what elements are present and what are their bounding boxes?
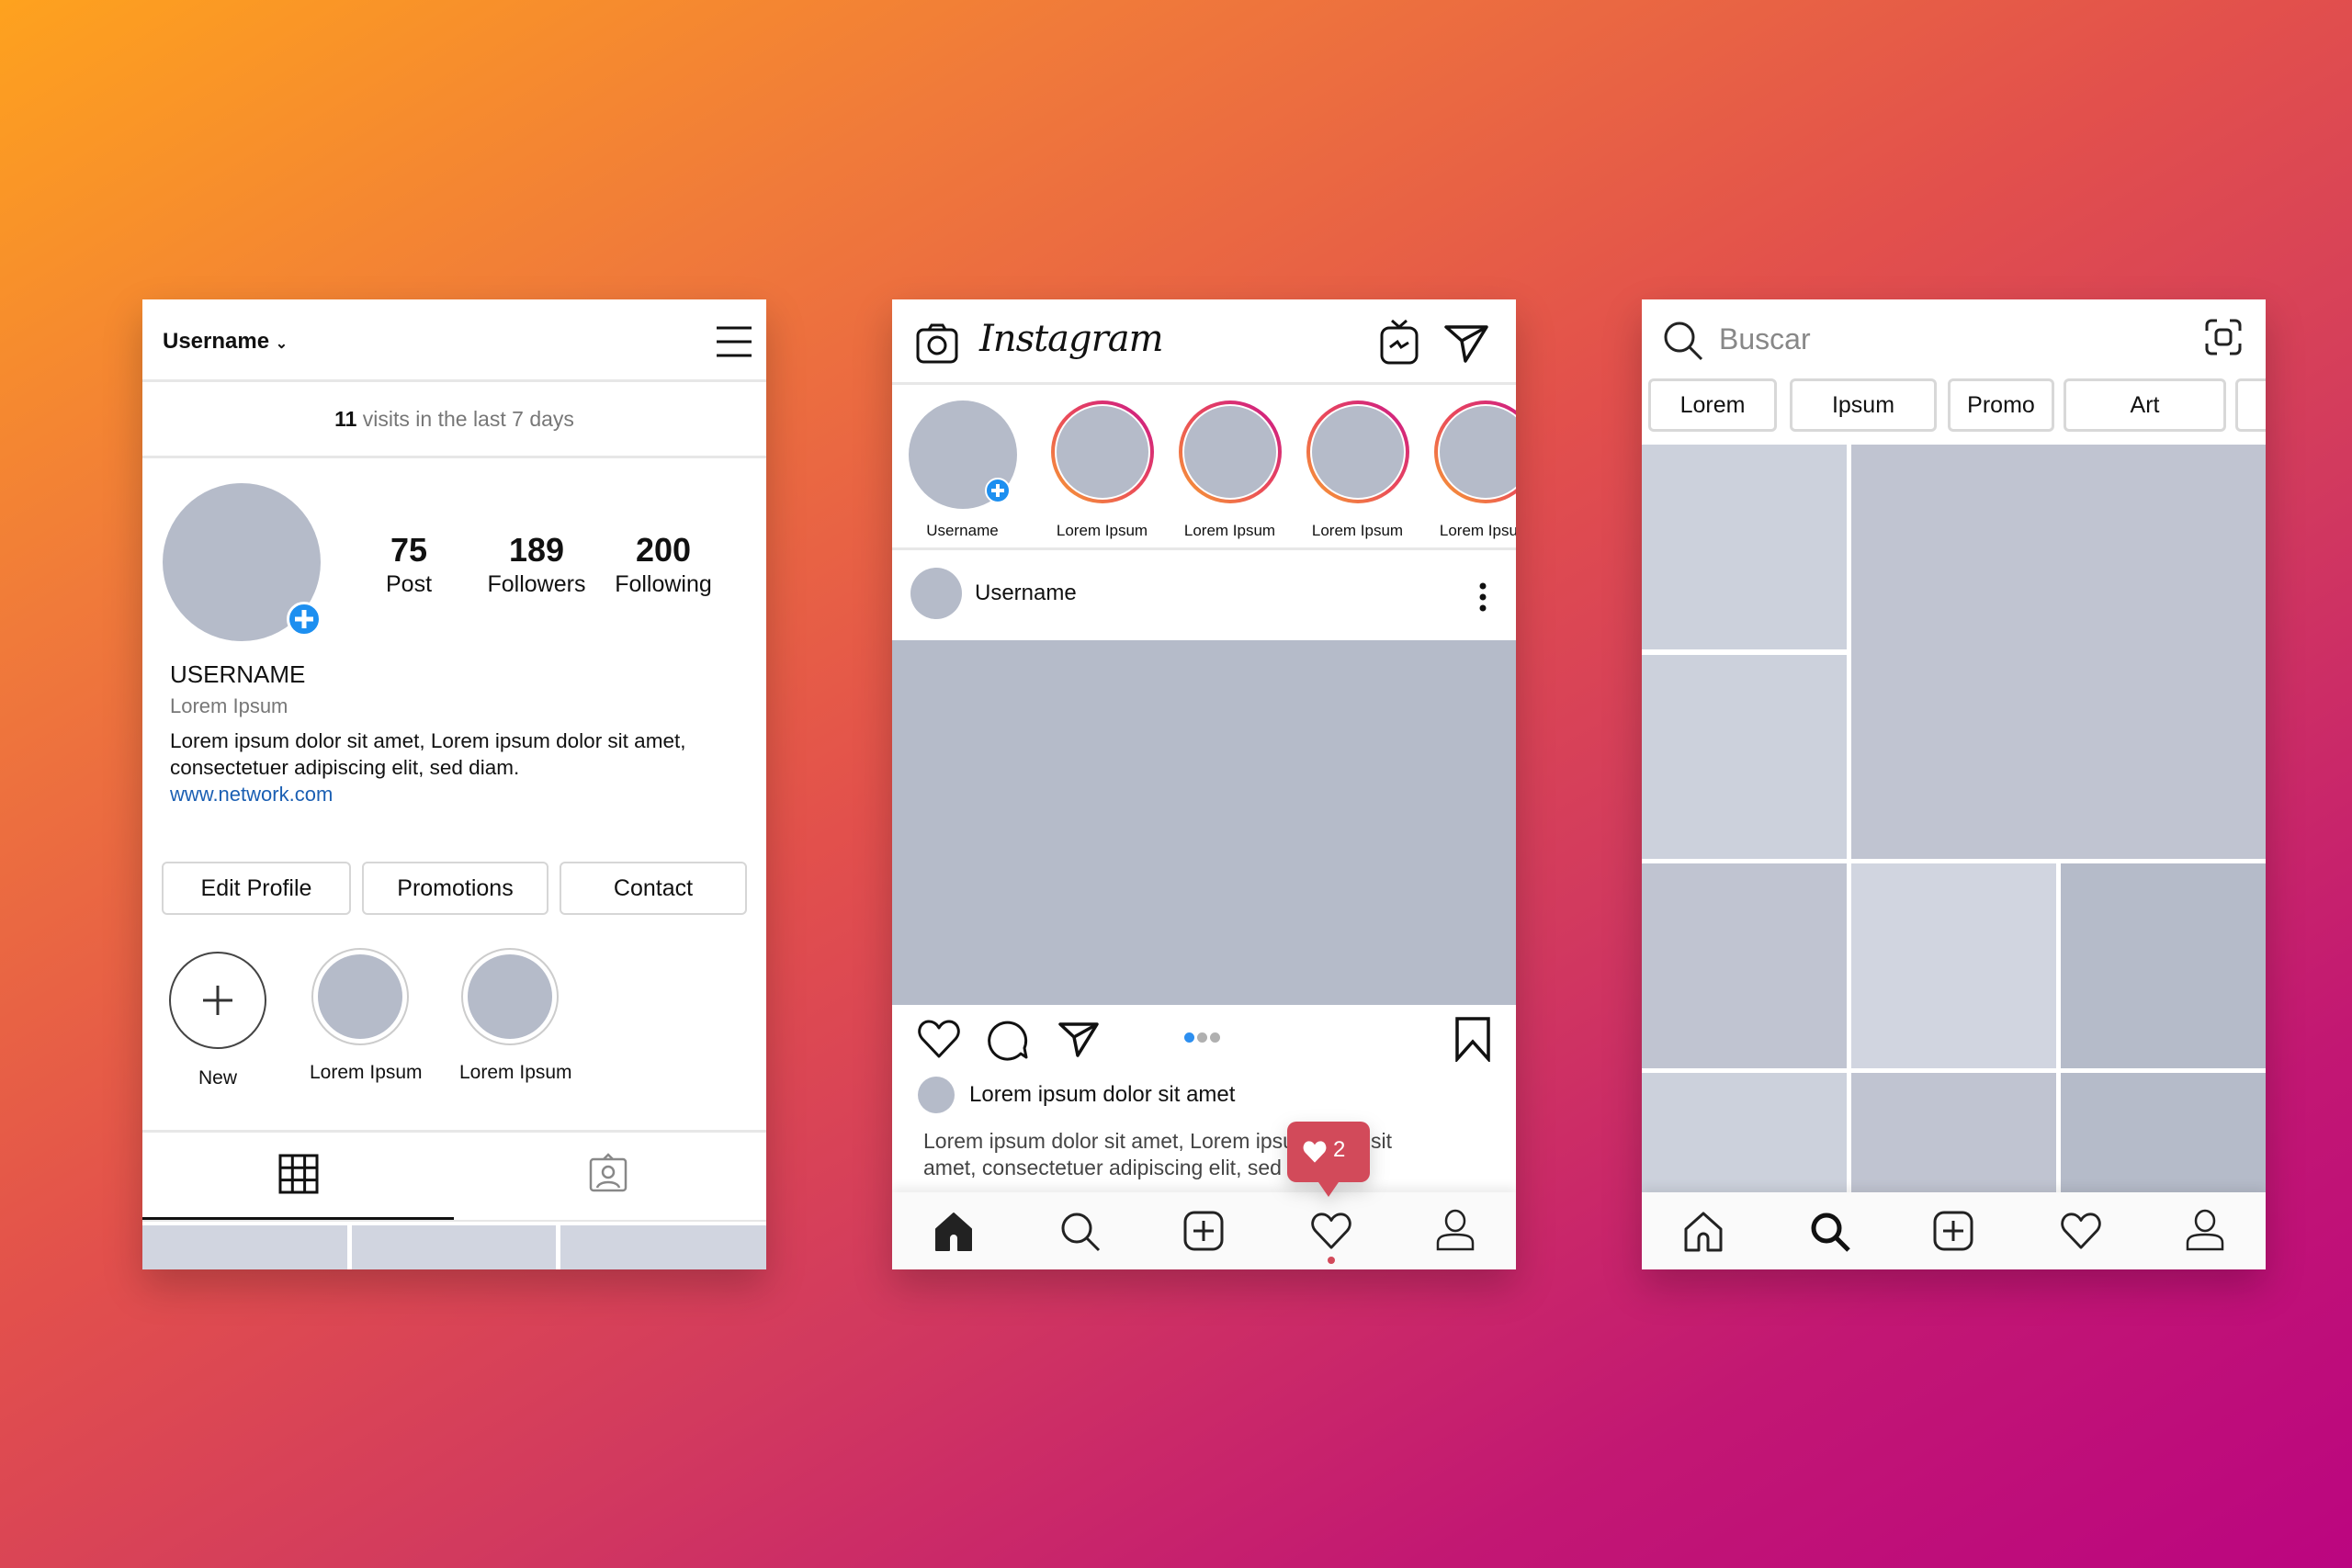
explore-tile[interactable] [2061,863,2266,1068]
home-icon[interactable] [933,1211,975,1253]
stat-followers[interactable]: 189 Followers [472,531,601,598]
search-icon-active[interactable] [1809,1211,1851,1253]
explore-tile[interactable] [1642,445,1847,649]
promotions-button[interactable]: Promotions [362,862,548,915]
carousel-indicator [1184,1031,1223,1047]
chevron-down-icon: ⌄ [275,336,288,352]
stat-posts[interactable]: 75 Post [345,531,473,598]
bottom-navigation [892,1192,1516,1269]
profile-bio: Lorem ipsum dolor sit amet, Lorem ipsum … [170,729,686,779]
highlight-new[interactable]: New [167,952,268,1089]
post-author-username[interactable]: Username [975,581,1077,606]
stat-following[interactable]: 200 Following [599,531,728,598]
explore-tile[interactable] [2061,1073,2266,1192]
carousel-dot-active [1184,1032,1194,1043]
post-thumbnail[interactable] [352,1225,556,1269]
notification-bubble-shape [1287,1122,1370,1197]
edit-profile-button[interactable]: Edit Profile [162,862,351,915]
search-input[interactable]: Buscar [1719,322,1811,356]
comment-icon[interactable] [988,1019,1028,1061]
search-icon [1662,320,1704,362]
instagram-logo: Instagram [979,318,1164,360]
grid-icon[interactable] [278,1154,319,1194]
filter-chip[interactable]: Ipsum [1790,378,1937,432]
display-name: USERNAME [170,660,306,688]
feed-screen: Instagram Username Lorem Ipsum Lorem Ips… [892,299,1516,1269]
more-options-icon[interactable] [1478,582,1487,612]
filter-chip[interactable] [2235,378,2266,432]
explore-tile[interactable] [1851,863,2056,1068]
hamburger-menu-icon[interactable] [715,325,753,358]
filter-chip[interactable]: Lorem [1648,378,1777,432]
caption-title: Lorem ipsum dolor sit amet [969,1082,1236,1107]
direct-message-icon[interactable] [1443,321,1489,364]
divider [142,1220,766,1222]
like-notification-bubble[interactable]: 2 [1287,1122,1370,1199]
profile-category: Lorem Ipsum [170,694,288,717]
highlight-item[interactable]: Lorem Ipsum [459,948,572,1084]
carousel-dot [1197,1032,1207,1043]
profile-screen: Username ⌄ 11 visits in the last 7 days … [142,299,766,1269]
contact-button[interactable]: Contact [560,862,747,915]
carousel-dot [1210,1032,1220,1043]
username-dropdown[interactable]: Username ⌄ [163,329,288,355]
divider [142,1130,766,1133]
profile-icon[interactable] [1436,1209,1475,1251]
activity-heart-icon[interactable] [2060,1212,2102,1250]
new-post-icon[interactable] [1182,1210,1225,1252]
scan-qr-icon[interactable] [2204,318,2243,356]
post-thumbnail[interactable] [560,1225,766,1269]
bottom-navigation [1642,1192,2266,1269]
visits-summary: 11 visits in the last 7 days [334,407,574,431]
highlight-item[interactable]: Lorem Ipsum [310,948,423,1084]
divider [892,547,1516,550]
divider [892,382,1516,385]
notification-count: 2 [1333,1137,1346,1162]
story-item[interactable]: Lorem Ipsum [1045,400,1159,540]
igtv-icon[interactable] [1379,318,1419,366]
add-story-plus-icon[interactable] [985,478,1011,503]
explore-tile[interactable] [1851,1073,2056,1192]
explore-tile[interactable] [1642,863,1847,1068]
search-icon[interactable] [1059,1211,1102,1253]
add-story-plus-icon[interactable] [287,602,322,637]
plus-icon [169,952,266,1049]
heart-icon [1302,1140,1328,1164]
explore-tile[interactable] [1642,1073,1847,1192]
activity-heart-icon[interactable] [1310,1212,1352,1250]
explore-tile[interactable] [1642,655,1847,859]
post-thumbnail[interactable] [142,1225,347,1269]
home-icon[interactable] [1682,1211,1724,1253]
post-author-avatar[interactable] [910,568,962,619]
filter-chip[interactable]: Promo [1948,378,2054,432]
story-item[interactable]: Lorem Ipsum [1428,400,1516,540]
tagged-icon[interactable] [587,1152,629,1194]
activity-dot-indicator [1328,1257,1335,1264]
story-item[interactable]: Lorem Ipsum [1172,400,1287,540]
explore-screen: Buscar Lorem Ipsum Promo Art [1642,299,2266,1269]
website-link[interactable]: www.network.com [170,783,333,807]
like-icon[interactable] [917,1019,961,1059]
filter-chip[interactable]: Art [2064,378,2226,432]
divider [142,456,766,458]
share-icon[interactable] [1057,1020,1100,1058]
profile-icon[interactable] [2186,1209,2224,1251]
new-post-icon[interactable] [1932,1210,1974,1252]
bookmark-icon[interactable] [1454,1016,1491,1062]
explore-tile-large[interactable] [1851,445,2266,859]
camera-icon[interactable] [916,322,958,365]
caption-avatar[interactable] [918,1077,955,1113]
post-image[interactable] [892,640,1516,1005]
divider [142,379,766,382]
story-item[interactable]: Lorem Ipsum [1300,400,1415,540]
story-own[interactable]: Username [905,400,1020,540]
